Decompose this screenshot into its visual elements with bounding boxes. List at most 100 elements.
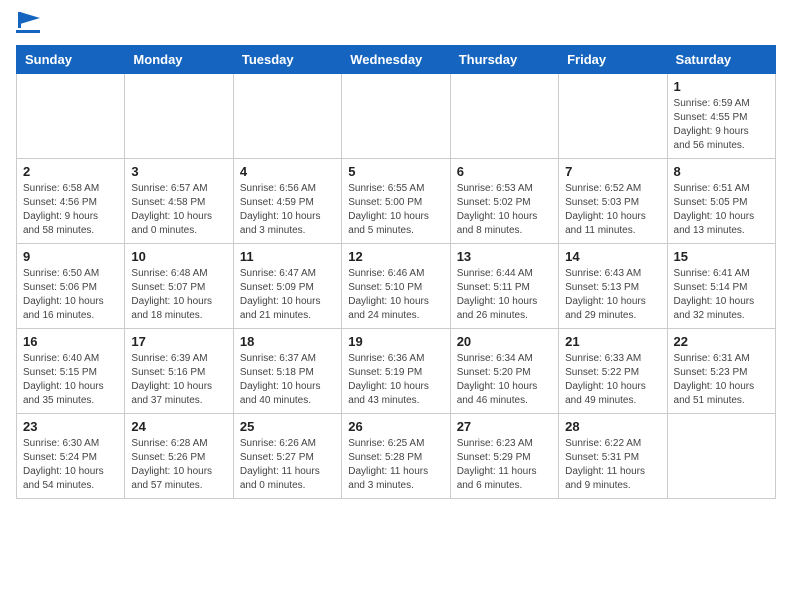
- day-cell-27: 27 Sunrise: 6:23 AM Sunset: 5:29 PM Dayli…: [450, 414, 558, 499]
- day-cell-4: 4 Sunrise: 6:56 AM Sunset: 4:59 PM Daylig…: [233, 159, 341, 244]
- day-cell-8: 8 Sunrise: 6:51 AM Sunset: 5:05 PM Daylig…: [667, 159, 775, 244]
- day-cell-22: 22 Sunrise: 6:31 AM Sunset: 5:23 PM Dayli…: [667, 329, 775, 414]
- day-detail: Sunrise: 6:39 AM Sunset: 5:16 PM Dayligh…: [131, 352, 226, 408]
- day-detail: Sunrise: 6:33 AM Sunset: 5:22 PM Dayligh…: [565, 352, 660, 408]
- logo-flag-icon: [18, 12, 40, 28]
- day-number: 5: [348, 164, 443, 179]
- day-number: 3: [131, 164, 226, 179]
- day-detail: Sunrise: 6:52 AM Sunset: 5:03 PM Dayligh…: [565, 182, 660, 238]
- day-number: 8: [674, 164, 769, 179]
- day-cell-26: 26 Sunrise: 6:25 AM Sunset: 5:28 PM Dayli…: [342, 414, 450, 499]
- day-number: 2: [23, 164, 118, 179]
- calendar-table: SundayMondayTuesdayWednesdayThursdayFrid…: [16, 45, 776, 499]
- day-detail: Sunrise: 6:28 AM Sunset: 5:26 PM Dayligh…: [131, 437, 226, 493]
- day-cell-28: 28 Sunrise: 6:22 AM Sunset: 5:31 PM Dayli…: [559, 414, 667, 499]
- day-cell-15: 15 Sunrise: 6:41 AM Sunset: 5:14 PM Dayli…: [667, 244, 775, 329]
- day-number: 21: [565, 334, 660, 349]
- day-detail: Sunrise: 6:22 AM Sunset: 5:31 PM Dayligh…: [565, 437, 660, 493]
- day-number: 16: [23, 334, 118, 349]
- logo-underline: [16, 30, 40, 33]
- day-detail: Sunrise: 6:25 AM Sunset: 5:28 PM Dayligh…: [348, 437, 443, 493]
- empty-cell: [125, 74, 233, 159]
- week-row-3: 9 Sunrise: 6:50 AM Sunset: 5:06 PM Daylig…: [17, 244, 776, 329]
- empty-cell: [450, 74, 558, 159]
- day-number: 10: [131, 249, 226, 264]
- day-detail: Sunrise: 6:36 AM Sunset: 5:19 PM Dayligh…: [348, 352, 443, 408]
- day-number: 27: [457, 419, 552, 434]
- empty-cell: [559, 74, 667, 159]
- day-number: 9: [23, 249, 118, 264]
- week-row-2: 2 Sunrise: 6:58 AM Sunset: 4:56 PM Daylig…: [17, 159, 776, 244]
- weekday-header-thursday: Thursday: [450, 46, 558, 74]
- day-detail: Sunrise: 6:34 AM Sunset: 5:20 PM Dayligh…: [457, 352, 552, 408]
- day-cell-1: 1 Sunrise: 6:59 AM Sunset: 4:55 PM Daylig…: [667, 74, 775, 159]
- day-detail: Sunrise: 6:55 AM Sunset: 5:00 PM Dayligh…: [348, 182, 443, 238]
- day-number: 19: [348, 334, 443, 349]
- day-cell-13: 13 Sunrise: 6:44 AM Sunset: 5:11 PM Dayli…: [450, 244, 558, 329]
- day-cell-11: 11Sunrise: 6:47 AM Sunset: 5:09 PM Dayli…: [233, 244, 341, 329]
- day-cell-19: 19 Sunrise: 6:36 AM Sunset: 5:19 PM Dayli…: [342, 329, 450, 414]
- day-detail: Sunrise: 6:44 AM Sunset: 5:11 PM Dayligh…: [457, 267, 552, 323]
- day-number: 25: [240, 419, 335, 434]
- day-number: 22: [674, 334, 769, 349]
- empty-cell: [667, 414, 775, 499]
- day-cell-23: 23 Sunrise: 6:30 AM Sunset: 5:24 PM Dayli…: [17, 414, 125, 499]
- day-detail: Sunrise: 6:41 AM Sunset: 5:14 PM Dayligh…: [674, 267, 769, 323]
- day-number: 17: [131, 334, 226, 349]
- day-number: 20: [457, 334, 552, 349]
- day-cell-20: 20 Sunrise: 6:34 AM Sunset: 5:20 PM Dayli…: [450, 329, 558, 414]
- day-detail: Sunrise: 6:51 AM Sunset: 5:05 PM Dayligh…: [674, 182, 769, 238]
- day-number: 12: [348, 249, 443, 264]
- weekday-header-saturday: Saturday: [667, 46, 775, 74]
- day-cell-10: 10 Sunrise: 6:48 AM Sunset: 5:07 PM Dayli…: [125, 244, 233, 329]
- day-detail: Sunrise: 6:58 AM Sunset: 4:56 PM Dayligh…: [23, 182, 118, 238]
- weekday-header-sunday: Sunday: [17, 46, 125, 74]
- day-detail: Sunrise: 6:50 AM Sunset: 5:06 PM Dayligh…: [23, 267, 118, 323]
- empty-cell: [342, 74, 450, 159]
- day-cell-12: 12Sunrise: 6:46 AM Sunset: 5:10 PM Dayli…: [342, 244, 450, 329]
- day-detail: Sunrise: 6:59 AM Sunset: 4:55 PM Dayligh…: [674, 97, 769, 153]
- day-detail: Sunrise: 6:40 AM Sunset: 5:15 PM Dayligh…: [23, 352, 118, 408]
- day-cell-14: 14Sunrise: 6:43 AM Sunset: 5:13 PM Dayli…: [559, 244, 667, 329]
- day-cell-16: 16 Sunrise: 6:40 AM Sunset: 5:15 PM Dayli…: [17, 329, 125, 414]
- day-number: 4: [240, 164, 335, 179]
- day-number: 24: [131, 419, 226, 434]
- day-detail: Sunrise: 6:56 AM Sunset: 4:59 PM Dayligh…: [240, 182, 335, 238]
- week-row-5: 23 Sunrise: 6:30 AM Sunset: 5:24 PM Dayli…: [17, 414, 776, 499]
- weekday-header-row: SundayMondayTuesdayWednesdayThursdayFrid…: [17, 46, 776, 74]
- day-detail: Sunrise: 6:26 AM Sunset: 5:27 PM Dayligh…: [240, 437, 335, 493]
- weekday-header-wednesday: Wednesday: [342, 46, 450, 74]
- day-detail: Sunrise: 6:37 AM Sunset: 5:18 PM Dayligh…: [240, 352, 335, 408]
- day-number: 13: [457, 249, 552, 264]
- day-detail: Sunrise: 6:48 AM Sunset: 5:07 PM Dayligh…: [131, 267, 226, 323]
- day-cell-6: 6Sunrise: 6:53 AM Sunset: 5:02 PM Daylig…: [450, 159, 558, 244]
- day-detail: Sunrise: 6:30 AM Sunset: 5:24 PM Dayligh…: [23, 437, 118, 493]
- weekday-header-tuesday: Tuesday: [233, 46, 341, 74]
- page-header: [16, 16, 776, 33]
- logo: [16, 16, 40, 33]
- day-cell-2: 2 Sunrise: 6:58 AM Sunset: 4:56 PM Daylig…: [17, 159, 125, 244]
- day-cell-24: 24 Sunrise: 6:28 AM Sunset: 5:26 PM Dayli…: [125, 414, 233, 499]
- day-cell-18: 18Sunrise: 6:37 AM Sunset: 5:18 PM Dayli…: [233, 329, 341, 414]
- day-number: 14: [565, 249, 660, 264]
- weekday-header-monday: Monday: [125, 46, 233, 74]
- weekday-header-friday: Friday: [559, 46, 667, 74]
- day-number: 28: [565, 419, 660, 434]
- day-detail: Sunrise: 6:57 AM Sunset: 4:58 PM Dayligh…: [131, 182, 226, 238]
- day-number: 26: [348, 419, 443, 434]
- week-row-4: 16 Sunrise: 6:40 AM Sunset: 5:15 PM Dayli…: [17, 329, 776, 414]
- day-number: 11: [240, 249, 335, 264]
- day-cell-21: 21 Sunrise: 6:33 AM Sunset: 5:22 PM Dayli…: [559, 329, 667, 414]
- day-number: 1: [674, 79, 769, 94]
- day-cell-25: 25 Sunrise: 6:26 AM Sunset: 5:27 PM Dayli…: [233, 414, 341, 499]
- day-detail: Sunrise: 6:23 AM Sunset: 5:29 PM Dayligh…: [457, 437, 552, 493]
- empty-cell: [17, 74, 125, 159]
- day-cell-3: 3 Sunrise: 6:57 AM Sunset: 4:58 PM Daylig…: [125, 159, 233, 244]
- day-number: 23: [23, 419, 118, 434]
- day-detail: Sunrise: 6:31 AM Sunset: 5:23 PM Dayligh…: [674, 352, 769, 408]
- week-row-1: 1 Sunrise: 6:59 AM Sunset: 4:55 PM Daylig…: [17, 74, 776, 159]
- day-number: 7: [565, 164, 660, 179]
- day-number: 15: [674, 249, 769, 264]
- day-cell-9: 9 Sunrise: 6:50 AM Sunset: 5:06 PM Daylig…: [17, 244, 125, 329]
- day-cell-17: 17 Sunrise: 6:39 AM Sunset: 5:16 PM Dayli…: [125, 329, 233, 414]
